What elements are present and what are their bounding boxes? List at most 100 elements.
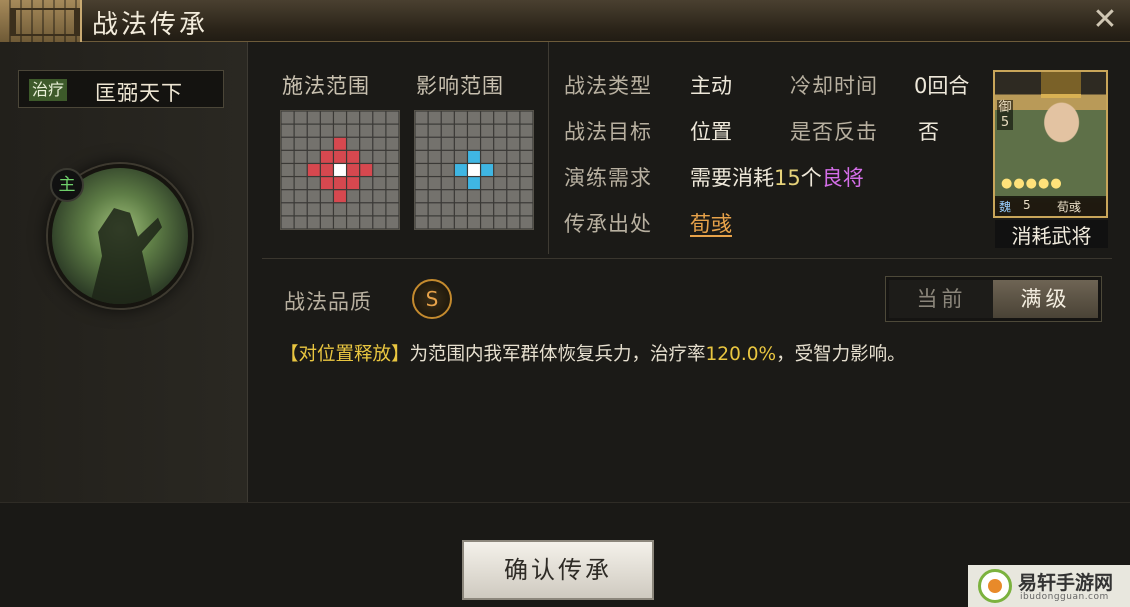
current-level-tab[interactable]: 当前 xyxy=(889,280,994,318)
effect-range-cell xyxy=(415,164,428,176)
title-ornament-icon xyxy=(0,0,82,42)
effect-range-cell xyxy=(454,124,467,137)
effect-range-cell xyxy=(441,177,454,190)
drill-requirement-value: 需要消耗15个良将 xyxy=(690,162,864,192)
cast-range-cell xyxy=(281,124,294,137)
cast-range-cell xyxy=(386,137,399,150)
effect-range-cell xyxy=(507,203,520,216)
general-stars: ●●●●● xyxy=(1001,176,1063,191)
cast-range-cell xyxy=(281,164,294,176)
cast-range-active-cell xyxy=(334,137,346,150)
effect-range-cell xyxy=(441,216,454,229)
effect-range-cell xyxy=(507,124,520,137)
general-name: 荀彧 xyxy=(1057,200,1082,214)
cast-range-active-cell xyxy=(347,177,360,190)
general-cost-top: 御 xyxy=(998,100,1012,115)
effect-range-cell xyxy=(415,190,428,203)
cast-range-cell xyxy=(281,203,294,216)
cast-range-cell xyxy=(373,124,386,137)
effect-range-cell xyxy=(415,203,428,216)
cast-range-cell xyxy=(360,203,373,216)
cast-range-cell xyxy=(347,203,360,216)
effect-range-cell xyxy=(441,164,454,176)
effect-range-cell xyxy=(481,203,494,216)
effect-range-active-cell xyxy=(468,177,480,190)
general-caption: 消耗武将 xyxy=(995,220,1108,248)
effect-range-cell xyxy=(520,111,533,124)
cast-range-cell xyxy=(320,124,333,137)
cast-range-cell xyxy=(386,111,399,124)
effect-range-cell xyxy=(415,137,428,150)
cast-range-cell xyxy=(307,216,320,229)
effect-range-cell xyxy=(441,111,454,124)
warrior-figure-icon xyxy=(90,208,162,304)
cast-range-cell xyxy=(281,137,294,150)
general-cost-badge: 御 5 xyxy=(997,100,1013,130)
cast-range-cell xyxy=(281,150,294,163)
skill-type-value: 主动 xyxy=(690,74,732,98)
skill-type-label: 战法类型 xyxy=(564,74,652,98)
cooldown-label: 冷却时间 xyxy=(790,74,878,98)
effect-range-cell xyxy=(428,203,441,216)
effect-range-cell xyxy=(428,111,441,124)
skill-description: 【对位置释放】为范围内我军群体恢复兵力，治疗率120.0%，受智力影响。 xyxy=(280,340,906,366)
effect-range-cell xyxy=(507,190,520,203)
effect-range-cell xyxy=(494,150,507,163)
general-card[interactable]: 御 5 ●●●●● 魏 5 荀彧 xyxy=(993,70,1108,218)
cast-range-cell xyxy=(347,190,360,203)
info-divider xyxy=(548,42,549,254)
cast-range-cell xyxy=(320,137,333,150)
close-icon: ✕ xyxy=(1092,2,1118,37)
max-level-tab[interactable]: 满级 xyxy=(993,280,1098,318)
effect-range-cell xyxy=(441,190,454,203)
watermark-name: 易轩手游网 xyxy=(1018,572,1114,594)
effect-range-cell xyxy=(494,111,507,124)
section-divider xyxy=(262,258,1112,259)
confirm-inherit-button[interactable]: 确认传承 xyxy=(462,540,654,600)
cast-range-active-cell xyxy=(334,177,346,190)
counter-attack-value: 否 xyxy=(918,120,939,144)
effect-range-cell xyxy=(507,216,520,229)
cast-range-cell xyxy=(307,177,320,190)
cast-range-cell xyxy=(360,111,373,124)
effect-range-cell xyxy=(494,216,507,229)
cast-range-cell xyxy=(347,124,360,137)
effect-range-cell xyxy=(428,137,441,150)
cast-range-cell xyxy=(307,150,320,163)
cast-range-cell xyxy=(373,164,386,176)
effect-range-cell xyxy=(481,150,494,163)
cast-range-cell xyxy=(281,216,294,229)
effect-range-cell xyxy=(441,150,454,163)
effect-range-cell xyxy=(481,111,494,124)
window-title: 战法传承 xyxy=(92,10,209,40)
description-prefix: 【对位置释放】 xyxy=(280,344,410,365)
cast-range-cell xyxy=(294,124,307,137)
close-button[interactable]: ✕ xyxy=(1088,4,1122,38)
skill-target-label: 战法目标 xyxy=(564,120,652,144)
inheritance-source-link[interactable]: 荀彧 xyxy=(690,208,732,238)
effect-range-cell xyxy=(441,203,454,216)
effect-range-cell xyxy=(520,150,533,163)
drill-unit: 个 xyxy=(800,166,822,190)
cast-range-cell xyxy=(320,190,333,203)
cast-range-cell xyxy=(294,111,307,124)
general-cost-value: 5 xyxy=(1000,115,1010,130)
cast-range-cell xyxy=(360,124,373,137)
heal-rate: 120.0% xyxy=(705,344,777,365)
title-bar: 战法传承 ✕ xyxy=(0,0,1130,42)
cast-range-active-cell xyxy=(307,164,320,176)
cast-range-cell xyxy=(294,177,307,190)
effect-range-cell xyxy=(454,137,467,150)
effect-range-cell xyxy=(415,216,428,229)
cast-range-active-cell xyxy=(347,150,360,163)
effect-range-cell xyxy=(454,150,467,163)
cast-range-cell xyxy=(373,150,386,163)
cast-range-cell xyxy=(373,137,386,150)
effect-range-cell xyxy=(507,150,520,163)
effect-range-cell xyxy=(520,190,533,203)
inheritance-source-label: 传承出处 xyxy=(564,212,652,236)
cast-range-active-cell xyxy=(320,164,333,176)
skill-type-tag: 治疗 xyxy=(29,79,68,101)
description-text-a: 为范围内我军群体恢复兵力，治疗率 xyxy=(409,344,706,365)
effect-range-cell xyxy=(441,137,454,150)
